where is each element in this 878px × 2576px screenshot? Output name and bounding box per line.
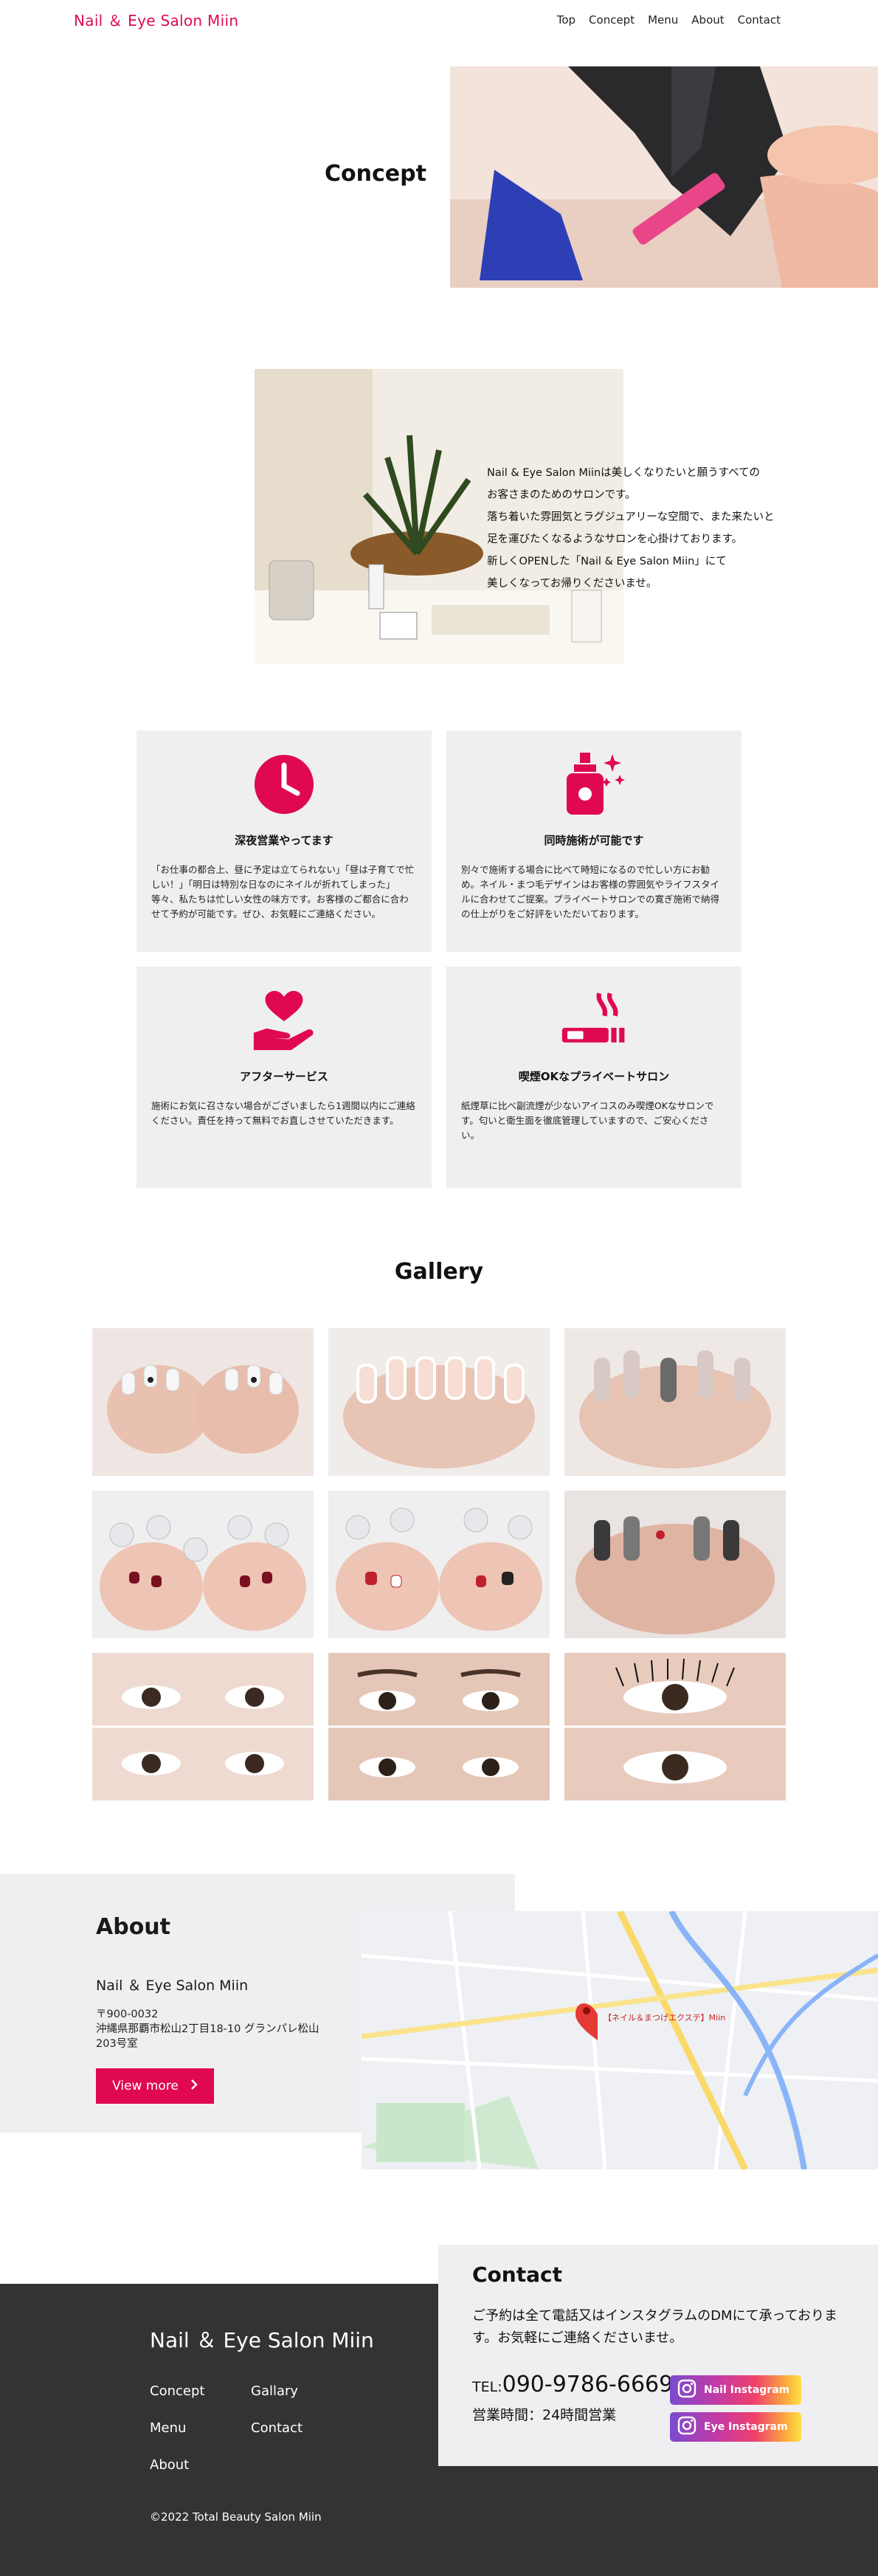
nav-contact[interactable]: Contact bbox=[738, 13, 781, 27]
map-pin-label: 【ネイル＆まつげエクステ】Miin bbox=[604, 2013, 725, 2023]
feature-card-simultaneous: 同時施術が可能です 別々で施術する場合に比べて時短になるので忙しい方にお勧め。ネ… bbox=[446, 731, 742, 952]
intro-line: お客さまのためのサロンです。 bbox=[487, 489, 636, 501]
feature-text: 紙煙草に比べ副流煙が少ないアイコスのみ喫煙OKなサロンです。匂いと衛生面を徹底管… bbox=[461, 1100, 714, 1141]
salon-name: Nail ＆ Eye Salon Miin bbox=[96, 1978, 249, 1994]
nav-concept[interactable]: Concept bbox=[589, 13, 635, 27]
feature-card-smoking: 喫煙OKなプライベートサロン 紙煙草に比べ副流煙が少ないアイコスのみ喫煙OKなサ… bbox=[446, 967, 742, 1188]
gallery-photo-nails[interactable] bbox=[564, 1491, 786, 1638]
intro-line: Nail & Eye Salon Miinは美しくなりたいと願うすべての bbox=[487, 467, 761, 479]
feature-card-aftercare: アフターサービス 施術にお気に召さない場合がございましたら1週間以内にご連絡くだ… bbox=[136, 967, 432, 1188]
contact-title: Contact bbox=[472, 2262, 562, 2287]
gallery-photo-eyelashes[interactable] bbox=[328, 1653, 550, 1800]
view-more-button[interactable]: View more bbox=[96, 2068, 214, 2104]
business-hours: 営業時間：24時間営業 bbox=[472, 2407, 617, 2423]
nav-about[interactable]: About bbox=[691, 13, 724, 27]
feature-text: 「お仕事の都合上、昼に予定は立てられない」「昼は子育てで忙しい！」「明日は特別な… bbox=[151, 864, 415, 919]
feature-title: 深夜営業やってます bbox=[235, 834, 333, 847]
perfume-sparkle-icon bbox=[561, 751, 627, 818]
footer-link-contact[interactable]: Contact bbox=[251, 2420, 303, 2436]
brand-logo[interactable]: Nail ＆ Eye Salon Miin bbox=[74, 9, 238, 30]
chevron-right-icon bbox=[190, 2079, 198, 2094]
nav-top[interactable]: Top bbox=[557, 13, 575, 27]
phone-number[interactable]: TEL:090-9786-6669 bbox=[472, 2372, 673, 2397]
cigarette-icon bbox=[561, 987, 627, 1054]
instagram-icon bbox=[677, 2416, 696, 2438]
feature-title: アフターサービス bbox=[240, 1070, 328, 1083]
contact-text: ご予約は全て電話又はインスタグラムのDMにて承っております。お気軽にご連絡くださ… bbox=[472, 2308, 838, 2346]
feature-title: 同時施術が可能です bbox=[544, 834, 644, 847]
intro-line: 足を運びたくなるようなサロンを心掛けております。 bbox=[487, 533, 743, 545]
eye-instagram-label: Eye Instagram bbox=[704, 2421, 788, 2433]
footer-link-gallery[interactable]: Gallary bbox=[251, 2383, 298, 2399]
gallery-photo-nails[interactable] bbox=[564, 1328, 786, 1476]
intro-paragraph: Nail & Eye Salon Miinは美しくなりたいと願うすべての お客さ… bbox=[487, 462, 812, 595]
map[interactable]: 【ネイル＆まつげエクステ】Miin bbox=[362, 1911, 878, 2169]
instagram-icon bbox=[677, 2379, 696, 2401]
gallery-photo-nails[interactable] bbox=[328, 1328, 550, 1476]
intro-line: 美しくなってお帰りくださいませ。 bbox=[487, 578, 657, 590]
feature-title: 喫煙OKなプライベートサロン bbox=[518, 1070, 670, 1083]
footer-link-about[interactable]: About bbox=[150, 2457, 189, 2473]
gallery-photo-eyelashes[interactable] bbox=[564, 1653, 786, 1800]
intro-line: 新しくOPENした「Nail & Eye Salon Miin」にて bbox=[487, 556, 727, 567]
clock-icon bbox=[251, 751, 317, 818]
address: 〒900-0032 沖縄県那覇市松山2丁目18-10 グランパレ松山 203号室 bbox=[96, 2007, 339, 2051]
about-title: About bbox=[96, 1914, 171, 1940]
footer-link-menu[interactable]: Menu bbox=[150, 2420, 186, 2436]
feature-card-late-night: 深夜営業やってます 「お仕事の都合上、昼に予定は立てられない」「昼は子育てで忙し… bbox=[136, 731, 432, 952]
gallery-photo-nails[interactable] bbox=[92, 1328, 314, 1476]
gallery-photo-feet[interactable] bbox=[328, 1491, 550, 1638]
gallery-photo-eyelashes[interactable] bbox=[92, 1653, 314, 1800]
concept-title: Concept bbox=[325, 161, 426, 187]
hero-nail-photo bbox=[450, 66, 878, 288]
nav-menu[interactable]: Menu bbox=[648, 13, 678, 27]
feature-text: 別々で施術する場合に比べて時短になるので忙しい方にお勧め。ネイル・まつ毛デザイン… bbox=[461, 864, 720, 919]
street-address: 沖縄県那覇市松山2丁目18-10 グランパレ松山 203号室 bbox=[96, 2023, 319, 2050]
postal-code: 〒900-0032 bbox=[96, 2009, 159, 2020]
gallery-photo-feet[interactable] bbox=[92, 1491, 314, 1638]
heart-hand-icon bbox=[251, 987, 317, 1054]
feature-text: 施術にお気に召さない場合がございましたら1週間以内にご連絡ください。責任を持って… bbox=[151, 1100, 415, 1126]
tel-prefix: TEL: bbox=[472, 2379, 502, 2395]
main-nav: Top Concept Menu About Contact bbox=[557, 13, 781, 27]
nail-instagram-button[interactable]: Nail Instagram bbox=[670, 2375, 801, 2405]
copyright: ©2022 Total Beauty Salon Miin bbox=[150, 2510, 322, 2524]
tel-number: 090-9786-6669 bbox=[502, 2372, 674, 2397]
footer-brand[interactable]: Nail ＆ Eye Salon Miin bbox=[150, 2324, 374, 2354]
nail-instagram-label: Nail Instagram bbox=[704, 2384, 790, 2396]
eye-instagram-button[interactable]: Eye Instagram bbox=[670, 2412, 801, 2442]
footer-link-concept[interactable]: Concept bbox=[150, 2383, 204, 2399]
view-more-label: View more bbox=[112, 2079, 179, 2093]
intro-line: 落ち着いた雰囲気とラグジュアリーな空間で、また来たいと bbox=[487, 511, 775, 523]
gallery-title: Gallery bbox=[394, 1259, 484, 1285]
